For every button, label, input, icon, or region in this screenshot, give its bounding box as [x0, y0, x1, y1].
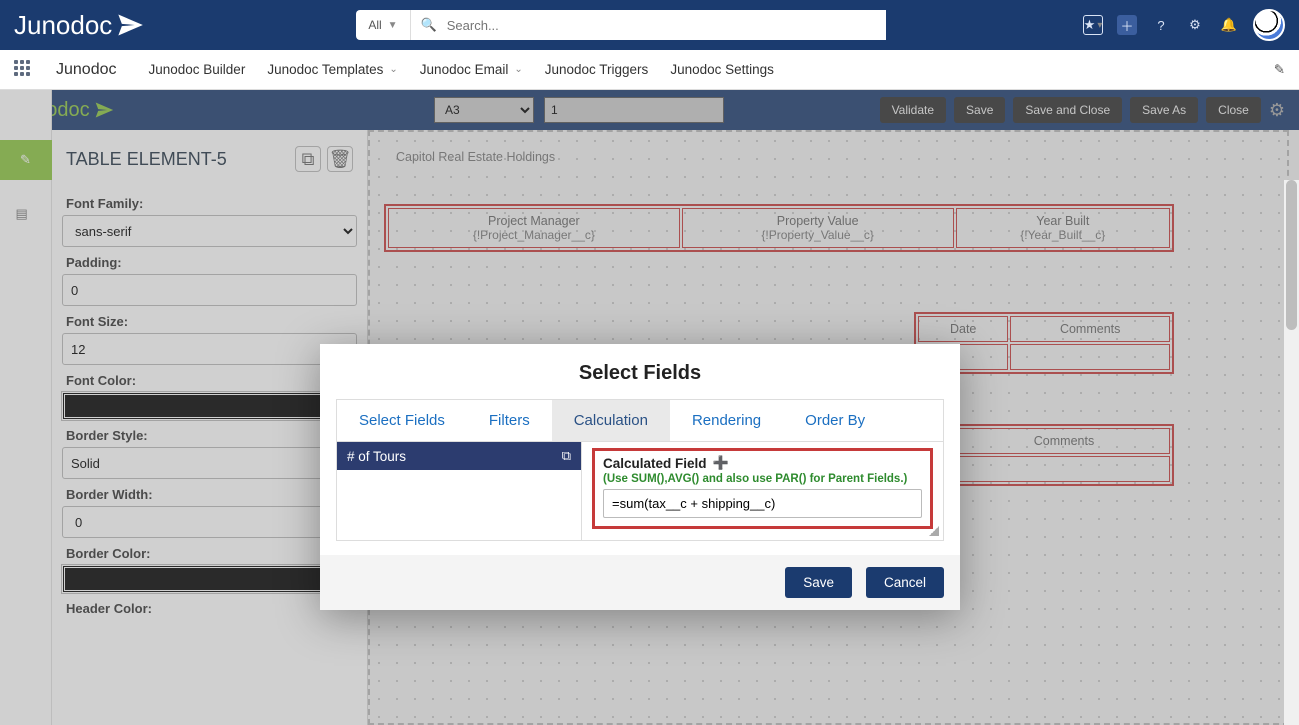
global-search: All ▼ 🔍 — [356, 10, 886, 40]
modal-cancel-button[interactable]: Cancel — [866, 567, 944, 598]
setup-button[interactable]: ⚙ — [1185, 15, 1205, 35]
nav-triggers[interactable]: Junodoc Triggers — [545, 62, 649, 77]
tab-content: # of Tours ⧉ Calculated Field ➕ (Use SUM… — [336, 441, 944, 541]
add-calc-button[interactable]: ➕ — [713, 455, 729, 471]
app-launcher-icon[interactable] — [14, 60, 34, 80]
scroll-thumb[interactable] — [1286, 180, 1297, 330]
gear-icon: ⚙ — [1189, 17, 1201, 33]
nav-item-label: Junodoc Templates — [267, 62, 383, 77]
app-logo: Junodoc — [14, 10, 144, 41]
field-list: # of Tours ⧉ — [337, 442, 582, 540]
resize-handle[interactable] — [929, 526, 939, 536]
pencil-icon: ✎ — [1274, 62, 1285, 77]
plus-icon: ＋ — [1120, 16, 1133, 35]
nav-templates[interactable]: Junodoc Templates ⌄ — [267, 62, 397, 77]
paper-plane-icon — [116, 11, 144, 39]
chevron-down-icon: ▼ — [388, 20, 398, 31]
copy-icon[interactable]: ⧉ — [562, 448, 571, 464]
nav-email[interactable]: Junodoc Email ⌄ — [420, 62, 523, 77]
modal-title: Select Fields — [320, 344, 960, 399]
calc-label: Calculated Field — [603, 456, 707, 471]
help-icon: ? — [1157, 18, 1164, 33]
notifications-button[interactable]: 🔔 — [1219, 15, 1239, 35]
nav-settings[interactable]: Junodoc Settings — [670, 62, 774, 77]
scrollbar[interactable] — [1284, 180, 1299, 725]
modal-save-button[interactable]: Save — [785, 567, 852, 598]
header-actions: ★▾ ＋ ? ⚙ 🔔 — [1083, 9, 1285, 41]
tab-select-fields[interactable]: Select Fields — [337, 400, 467, 441]
calc-highlight: Calculated Field ➕ (Use SUM(),AVG() and … — [592, 448, 933, 529]
app-logo-text: Junodoc — [14, 10, 112, 41]
search-scope-label: All — [368, 18, 381, 32]
tab-filters[interactable]: Filters — [467, 400, 552, 441]
chevron-down-icon: ▾ — [1097, 20, 1102, 31]
app-name: Junodoc — [56, 61, 117, 79]
nav-item-label: Junodoc Email — [420, 62, 509, 77]
modal-footer: Save Cancel — [320, 555, 960, 610]
global-header: Junodoc All ▼ 🔍 ★▾ ＋ ? ⚙ 🔔 — [0, 0, 1299, 50]
app-nav: Junodoc Junodoc Builder Junodoc Template… — [0, 50, 1299, 90]
calc-hint: (Use SUM(),AVG() and also use PAR() for … — [603, 473, 922, 485]
search-input[interactable] — [437, 10, 887, 40]
tab-order-by[interactable]: Order By — [783, 400, 887, 441]
calc-label-row: Calculated Field ➕ — [603, 455, 922, 471]
calc-formula-input[interactable] — [603, 489, 922, 518]
tab-calculation[interactable]: Calculation — [552, 400, 670, 441]
nav-builder[interactable]: Junodoc Builder — [149, 62, 246, 77]
edit-nav-button[interactable]: ✎ — [1274, 62, 1285, 78]
bell-icon: 🔔 — [1221, 17, 1237, 33]
tab-rendering[interactable]: Rendering — [670, 400, 783, 441]
chevron-down-icon: ⌄ — [514, 64, 522, 75]
search-icon: 🔍 — [421, 17, 437, 33]
select-fields-modal: Select Fields Select Fields Filters Calc… — [320, 344, 960, 610]
nav-item-label: Junodoc Builder — [149, 62, 246, 77]
favorites-button[interactable]: ★▾ — [1083, 15, 1103, 35]
modal-tabs: Select Fields Filters Calculation Render… — [336, 399, 944, 441]
calculation-pane: Calculated Field ➕ (Use SUM(),AVG() and … — [582, 442, 943, 540]
nav-item-label: Junodoc Settings — [670, 62, 774, 77]
avatar[interactable] — [1253, 9, 1285, 41]
help-button[interactable]: ? — [1151, 15, 1171, 35]
search-scope-dropdown[interactable]: All ▼ — [356, 10, 410, 40]
star-icon: ★ — [1084, 17, 1096, 33]
create-button[interactable]: ＋ — [1117, 15, 1137, 35]
field-name: # of Tours — [347, 449, 406, 464]
nav-item-label: Junodoc Triggers — [545, 62, 649, 77]
chevron-down-icon: ⌄ — [389, 64, 397, 75]
editor-workspace: Junodoc A3 Validate Save Save and Close … — [0, 90, 1299, 725]
field-row[interactable]: # of Tours ⧉ — [337, 442, 581, 470]
